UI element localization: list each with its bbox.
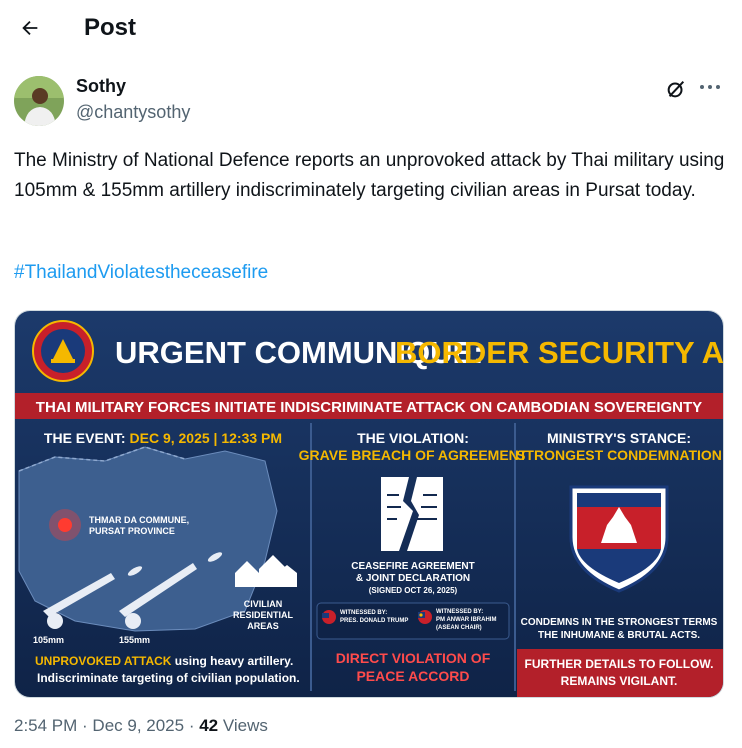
avatar[interactable] xyxy=(14,76,64,126)
event-label: THE EVENT: xyxy=(44,430,126,446)
gun-label-155: 155mm xyxy=(119,635,150,645)
post-image[interactable]: URGENT COMMUNIQUE: BORDER SECURITY ALERT… xyxy=(14,310,724,698)
witness1-name: PRES. DONALD TRUMP xyxy=(340,618,408,624)
violation-foot-2: PEACE ACCORD xyxy=(356,668,469,684)
banner-text: THAI MILITARY FORCES INITIATE INDISCRIMI… xyxy=(36,399,702,416)
svg-text:THE EVENT: DEC 9, 2025 | 12:33: THE EVENT: DEC 9, 2025 | 12:33 PM xyxy=(44,430,282,446)
author-handle[interactable]: @chantysothy xyxy=(76,102,190,123)
meta-separator: · xyxy=(77,716,93,735)
stance-heading: MINISTRY'S STANCE: xyxy=(547,430,691,446)
back-arrow-icon[interactable] xyxy=(14,12,46,44)
hashtag-link[interactable]: #ThailandViolatestheceasefire xyxy=(14,262,268,284)
headline-part-b: BORDER SECURITY ALERT xyxy=(395,335,723,370)
civilian-label-1: CIVILIAN xyxy=(244,599,283,609)
witness2-title: (ASEAN CHAIR) xyxy=(436,625,482,631)
condemn-line-1: CONDEMNS IN THE STRONGEST TERMS xyxy=(521,617,718,628)
doc-line-1: CEASEFIRE AGREEMENT xyxy=(351,561,475,572)
post-text: The Ministry of National Defence reports… xyxy=(14,150,725,201)
witness2-name: PM ANWAR IBRAHIM xyxy=(436,617,496,623)
civilian-label-2: RESIDENTIAL xyxy=(233,610,294,620)
condemn-line-2: THE INHUMANE & BRUTAL ACTS. xyxy=(538,630,700,641)
author-name[interactable]: Sothy xyxy=(76,76,126,97)
stance-foot-2: REMAINS VIGILANT. xyxy=(561,674,678,688)
gun-label-105: 105mm xyxy=(33,635,64,645)
stance-subheading: STRONGEST CONDEMNATION xyxy=(516,447,722,463)
svg-text:UNPROVOKED ATTACK using heavy: UNPROVOKED ATTACK using heavy artillery. xyxy=(35,654,293,668)
civilian-label-3: AREAS xyxy=(247,621,279,631)
views-label: Views xyxy=(222,716,268,735)
witness2-label: WITNESSED BY: xyxy=(436,609,483,615)
views-count: 42 xyxy=(199,716,219,735)
civilian-target-text: Indiscriminate targeting of civilian pop… xyxy=(37,671,300,685)
more-options-icon[interactable] xyxy=(696,74,724,100)
location-line-2: PURSAT PROVINCE xyxy=(89,526,175,536)
page-title: Post xyxy=(84,14,137,41)
post-time[interactable]: 2:54 PM xyxy=(14,716,77,735)
violation-subheading: GRAVE BREACH OF AGREEMENT xyxy=(299,447,528,463)
unprovoked-attack: UNPROVOKED ATTACK xyxy=(35,654,172,668)
doc-line-2: & JOINT DECLARATION xyxy=(356,573,470,584)
location-line-1: THMAR DA COMMUNE, xyxy=(89,515,189,525)
stance-foot-1: FURTHER DETAILS TO FOLLOW. xyxy=(525,657,714,671)
event-datetime: DEC 9, 2025 | 12:33 PM xyxy=(130,430,283,446)
heavy-artillery-text: using heavy artillery. xyxy=(175,654,294,668)
violation-heading: THE VIOLATION: xyxy=(357,430,469,446)
ministry-seal xyxy=(32,320,94,382)
doc-line-3: (SIGNED OCT 26, 2025) xyxy=(369,586,458,595)
violation-foot-1: DIRECT VIOLATION OF xyxy=(336,650,491,666)
witness1-label: WITNESSED BY: xyxy=(340,610,387,616)
top-bar: Post xyxy=(0,0,742,56)
post-meta: 2:54 PM · Dec 9, 2025 · 42 Views xyxy=(14,716,268,735)
grok-icon[interactable] xyxy=(663,76,689,102)
post-date[interactable]: Dec 9, 2025 xyxy=(92,716,184,735)
